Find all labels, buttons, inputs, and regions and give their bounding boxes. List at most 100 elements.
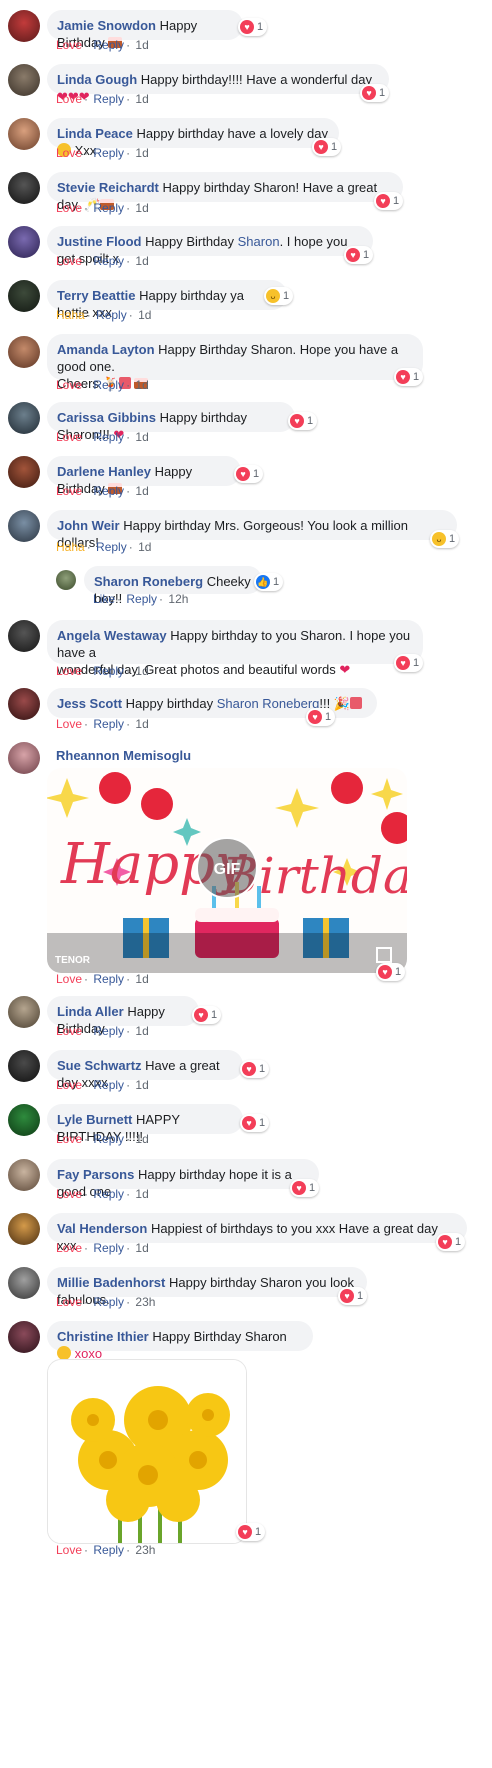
commenter-name[interactable]: Millie Badenhorst xyxy=(57,1275,165,1290)
timestamp[interactable]: 1d xyxy=(135,1132,148,1146)
timestamp[interactable]: 1d xyxy=(135,664,148,678)
reply-link[interactable]: Reply xyxy=(93,1132,124,1146)
reaction-count[interactable]: ♥ 1 xyxy=(306,708,336,726)
reaction-count[interactable]: 👍 1 xyxy=(254,573,284,591)
reaction-count[interactable]: ♥ 1 xyxy=(236,1523,266,1541)
timestamp[interactable]: 1d xyxy=(135,1241,148,1255)
timestamp[interactable]: 1d xyxy=(135,38,148,52)
love-action[interactable]: Love xyxy=(56,430,82,444)
timestamp[interactable]: 1d xyxy=(135,254,148,268)
avatar[interactable] xyxy=(8,64,40,96)
reply-link[interactable]: Reply xyxy=(93,484,124,498)
reaction-count[interactable]: ♥ 1 xyxy=(436,1233,466,1251)
avatar[interactable] xyxy=(8,402,40,434)
reaction-count[interactable]: ♥ 1 xyxy=(238,18,268,36)
timestamp[interactable]: 1d xyxy=(135,1078,148,1092)
avatar[interactable] xyxy=(8,280,40,312)
reaction-count[interactable]: ♥ 1 xyxy=(374,192,404,210)
commenter-name[interactable]: Carissa Gibbins xyxy=(57,410,156,425)
reaction-count[interactable]: ♥ 1 xyxy=(394,654,424,672)
love-action[interactable]: Love xyxy=(56,1187,82,1201)
avatar[interactable] xyxy=(8,996,40,1028)
reply-link[interactable]: Reply xyxy=(96,308,127,322)
haha-action[interactable]: Haha xyxy=(56,540,85,554)
love-action[interactable]: Love xyxy=(56,146,82,160)
reaction-count[interactable]: ♥ 1 xyxy=(360,84,390,102)
love-action[interactable]: Love xyxy=(56,664,82,678)
avatar[interactable] xyxy=(8,1213,40,1245)
commenter-name[interactable]: Terry Beattie xyxy=(57,288,136,303)
avatar[interactable] xyxy=(8,510,40,542)
love-action[interactable]: Love xyxy=(56,201,82,215)
timestamp[interactable]: 1d xyxy=(135,1024,148,1038)
love-action[interactable]: Love xyxy=(56,1241,82,1255)
reply-link[interactable]: Reply xyxy=(93,717,124,731)
timestamp[interactable]: 1d xyxy=(135,201,148,215)
reaction-count[interactable]: ᴗ1 xyxy=(264,287,294,305)
like-action[interactable]: Like xyxy=(93,592,115,606)
avatar[interactable] xyxy=(8,742,40,774)
commenter-name[interactable]: Linda Peace xyxy=(57,126,133,141)
reply-link[interactable]: Reply xyxy=(93,972,124,986)
avatar[interactable] xyxy=(8,1050,40,1082)
love-action[interactable]: Love xyxy=(56,92,82,106)
gif-attachment[interactable]: Happy Birthday GIF TENOR xyxy=(47,768,407,973)
timestamp[interactable]: 23h xyxy=(135,1543,155,1557)
timestamp[interactable]: 1d xyxy=(135,484,148,498)
commenter-name[interactable]: Justine Flood xyxy=(57,234,142,249)
reply-link[interactable]: Reply xyxy=(93,664,124,678)
reaction-count[interactable]: ᴗ1 xyxy=(430,530,460,548)
avatar[interactable] xyxy=(8,172,40,204)
timestamp[interactable]: 1d xyxy=(135,972,148,986)
avatar[interactable] xyxy=(8,118,40,150)
timestamp[interactable]: 1d xyxy=(138,308,151,322)
commenter-name[interactable]: Jess Scott xyxy=(57,696,122,711)
avatar[interactable] xyxy=(8,688,40,720)
love-action[interactable]: Love xyxy=(56,1543,82,1557)
avatar[interactable] xyxy=(56,570,76,590)
reaction-count[interactable]: ♥ 1 xyxy=(344,246,374,264)
commenter-name[interactable]: Amanda Layton xyxy=(57,342,155,357)
reply-link[interactable]: Reply xyxy=(93,378,124,392)
reaction-count[interactable]: ♥ 1 xyxy=(338,1287,368,1305)
mention-link[interactable]: Sharon Roneberg xyxy=(217,696,320,711)
avatar[interactable] xyxy=(8,456,40,488)
reaction-count[interactable]: ♥ 1 xyxy=(288,412,318,430)
avatar[interactable] xyxy=(8,10,40,42)
avatar[interactable] xyxy=(8,336,40,368)
love-action[interactable]: Love xyxy=(56,254,82,268)
reaction-count[interactable]: ♥ 1 xyxy=(234,465,264,483)
commenter-name[interactable]: Stevie Reichardt xyxy=(57,180,159,195)
reply-link[interactable]: Reply xyxy=(93,1078,124,1092)
timestamp[interactable]: 1d xyxy=(135,92,148,106)
commenter-name[interactable]: Linda Gough xyxy=(57,72,137,87)
reaction-count[interactable]: ♥ 1 xyxy=(192,1006,222,1024)
commenter-name[interactable]: Darlene Hanley xyxy=(57,464,151,479)
reply-link[interactable]: Reply xyxy=(93,254,124,268)
reaction-count[interactable]: ♥ 1 xyxy=(394,368,424,386)
reaction-count[interactable]: ♥ 1 xyxy=(376,963,406,981)
love-action[interactable]: Love xyxy=(56,1132,82,1146)
timestamp[interactable]: 12h xyxy=(168,592,188,606)
love-action[interactable]: Love xyxy=(56,378,82,392)
commenter-name[interactable]: Linda Aller xyxy=(57,1004,124,1019)
timestamp[interactable]: 1d xyxy=(135,430,148,444)
love-action[interactable]: Love xyxy=(56,1078,82,1092)
love-action[interactable]: Love xyxy=(56,484,82,498)
reaction-count[interactable]: ♥ 1 xyxy=(240,1114,270,1132)
commenter-name[interactable]: Rheannon Memisoglu xyxy=(56,748,191,763)
reply-link[interactable]: Reply xyxy=(93,430,124,444)
image-attachment[interactable] xyxy=(47,1359,247,1544)
reply-link[interactable]: Reply xyxy=(93,92,124,106)
reaction-count[interactable]: ♥ 1 xyxy=(312,138,342,156)
commenter-name[interactable]: Val Henderson xyxy=(57,1221,147,1236)
timestamp[interactable]: 1d xyxy=(135,1187,148,1201)
timestamp[interactable]: 1d xyxy=(135,717,148,731)
timestamp[interactable]: 23h xyxy=(135,1295,155,1309)
haha-action[interactable]: Haha xyxy=(56,308,85,322)
commenter-name[interactable]: Sharon Roneberg xyxy=(94,574,203,589)
commenter-name[interactable]: Christine Ithier xyxy=(57,1329,149,1344)
avatar[interactable] xyxy=(8,1321,40,1353)
avatar[interactable] xyxy=(8,1159,40,1191)
commenter-name[interactable]: Angela Westaway xyxy=(57,628,167,643)
